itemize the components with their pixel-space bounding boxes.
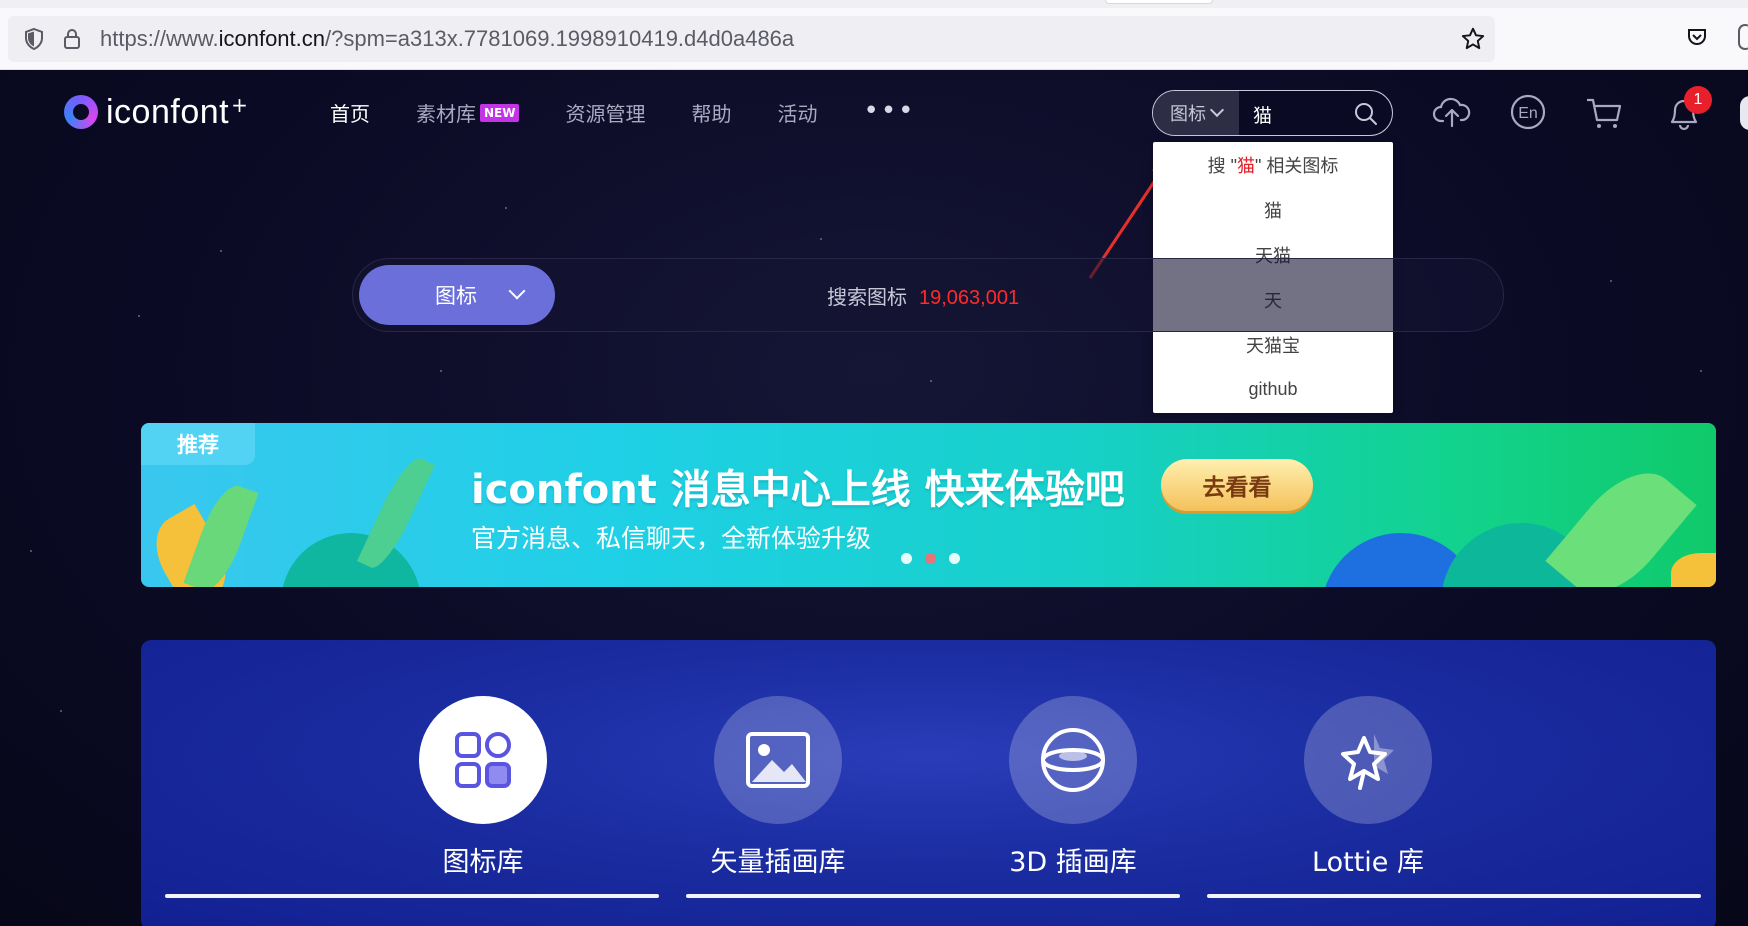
category-label: 矢量插画库 [710, 847, 846, 878]
suggestion-prefix: 搜 " [1207, 155, 1237, 176]
recommend-tag: 推荐 [141, 423, 255, 465]
address-bar[interactable]: https://www.iconfont.cn/?spm=a313x.77810… [8, 16, 1495, 62]
shield-icon[interactable] [22, 27, 46, 51]
nav-resource-label: 资源管理 [565, 102, 646, 126]
sphere-icon [1041, 728, 1105, 792]
iconfont-page: iconfont + 首页 素材库 NEW 资源管理 帮助 活动 ••• 图标 猫… [0, 70, 1748, 926]
tab-strip [0, 0, 1748, 8]
main-nav: 首页 素材库 NEW 资源管理 帮助 活动 ••• [330, 96, 962, 127]
banner-title: iconfont 消息中心上线 快来体验吧 [471, 467, 1125, 513]
carousel-dots [901, 553, 973, 564]
header-search: 图标 猫 [1152, 90, 1393, 136]
lock-icon[interactable] [60, 27, 84, 51]
search-type-select[interactable]: 图标 [1153, 91, 1239, 135]
url-text[interactable]: https://www.iconfont.cn/?spm=a313x.77810… [100, 26, 794, 52]
category-card-edge [1207, 894, 1701, 898]
nav-materials-label: 素材库 [416, 102, 476, 126]
star-dot [30, 550, 32, 552]
url-domain: iconfont.cn [218, 26, 325, 51]
pocket-icon[interactable] [1685, 25, 1709, 49]
category-card-edge [165, 894, 659, 898]
decor-leaf [1671, 553, 1716, 587]
hero-search-placeholder: 搜索图标 [827, 285, 907, 309]
hero-search-type-select[interactable]: 图标 [359, 265, 555, 325]
upload-cloud-icon[interactable] [1432, 92, 1472, 132]
category-circle [1009, 696, 1137, 824]
category-circle [419, 696, 547, 824]
category-card-edge [686, 894, 1180, 898]
category-vector-illustration[interactable]: 矢量插画库 [678, 696, 878, 879]
logo-plus: + [231, 93, 248, 117]
url-prefix: https://www. [100, 26, 219, 51]
avatar[interactable] [1740, 96, 1748, 130]
suggestion-search-related[interactable]: 搜 " 猫 " 相关图标 [1153, 142, 1393, 187]
notification-badge: 1 [1684, 86, 1712, 114]
site-logo[interactable]: iconfont + [64, 92, 248, 132]
suggestion-item[interactable]: github [1153, 367, 1393, 412]
nav-more-button[interactable]: ••• [863, 96, 915, 126]
cart-icon[interactable] [1584, 92, 1624, 132]
chevron-down-icon [1209, 102, 1225, 118]
star-dot [930, 380, 932, 382]
nav-resource-management[interactable]: 资源管理 [565, 98, 645, 127]
star-dot [820, 238, 822, 240]
suggestion-item[interactable]: 猫 [1153, 187, 1393, 232]
category-icon-library[interactable]: 图标库 [383, 696, 583, 879]
nav-activities-label: 活动 [777, 102, 818, 126]
suggestion-keyword: 猫 [1237, 155, 1255, 176]
image-icon [746, 732, 810, 788]
banner-cta-button[interactable]: 去看看 [1161, 459, 1313, 511]
category-label: 图标库 [442, 847, 524, 878]
browser-toolbar: https://www.iconfont.cn/?spm=a313x.77810… [0, 0, 1748, 70]
nav-help[interactable]: 帮助 [691, 98, 731, 127]
nav-activities[interactable]: 活动 [777, 98, 817, 127]
promo-banner[interactable]: 推荐 iconfont 消息中心上线 快来体验吧 官方消息、私信聊天，全新体验升… [141, 423, 1716, 587]
search-type-label: 图标 [1170, 104, 1206, 125]
bookmark-star-icon[interactable] [1460, 26, 1486, 52]
star-animation-icon [1341, 734, 1394, 790]
hero-search-bar[interactable]: 图标 搜索图标 19,063,001 [352, 258, 1504, 332]
nav-materials[interactable]: 素材库 NEW [416, 98, 520, 127]
hero-search-type-label: 图标 [435, 284, 477, 308]
icon-count: 19,063,001 [919, 287, 1020, 309]
star-dot [505, 207, 507, 209]
browser-tab[interactable] [1105, 0, 1213, 4]
url-suffix: /?spm=a313x.7781069.1998910419.d4d0a486a [325, 26, 795, 51]
logo-text: iconfont [106, 92, 230, 131]
banner-subtitle: 官方消息、私信聊天，全新体验升级 [471, 524, 872, 553]
category-circle [714, 696, 842, 824]
svg-text:En: En [1518, 105, 1538, 122]
grid-icon [455, 732, 511, 788]
nav-help-label: 帮助 [691, 102, 732, 126]
category-circle [1304, 696, 1432, 824]
carousel-dot-active[interactable] [925, 553, 936, 564]
suggestion-suffix: " 相关图标 [1255, 155, 1339, 176]
carousel-dot[interactable] [949, 553, 960, 564]
logo-mark-icon [64, 95, 98, 129]
account-icon[interactable] [1738, 24, 1748, 50]
star-dot [1610, 280, 1612, 282]
category-label: Lottie 库 [1312, 847, 1424, 878]
hero-search-input[interactable]: 搜索图标 19,063,001 [827, 281, 1019, 310]
category-panel: 图标库 矢量插画库 3D 插画库 Lottie 库 [141, 640, 1716, 926]
carousel-dot[interactable] [901, 553, 912, 564]
category-3d-illustration[interactable]: 3D 插画库 [973, 696, 1173, 879]
decor-bush [281, 533, 421, 587]
star-dot [1700, 370, 1702, 372]
nav-home-label: 首页 [330, 102, 370, 126]
category-lottie[interactable]: Lottie 库 [1268, 696, 1468, 879]
language-en-icon[interactable]: En [1508, 92, 1548, 132]
star-dot [440, 370, 442, 372]
new-badge: NEW [480, 103, 520, 122]
search-input[interactable]: 猫 [1253, 101, 1272, 128]
star-dot [220, 250, 222, 252]
category-label: 3D 插画库 [1009, 847, 1137, 878]
nav-home[interactable]: 首页 [330, 98, 370, 127]
search-icon[interactable] [1353, 101, 1379, 127]
star-dot [138, 315, 140, 317]
star-dot [60, 710, 62, 712]
chevron-down-icon [508, 282, 526, 300]
